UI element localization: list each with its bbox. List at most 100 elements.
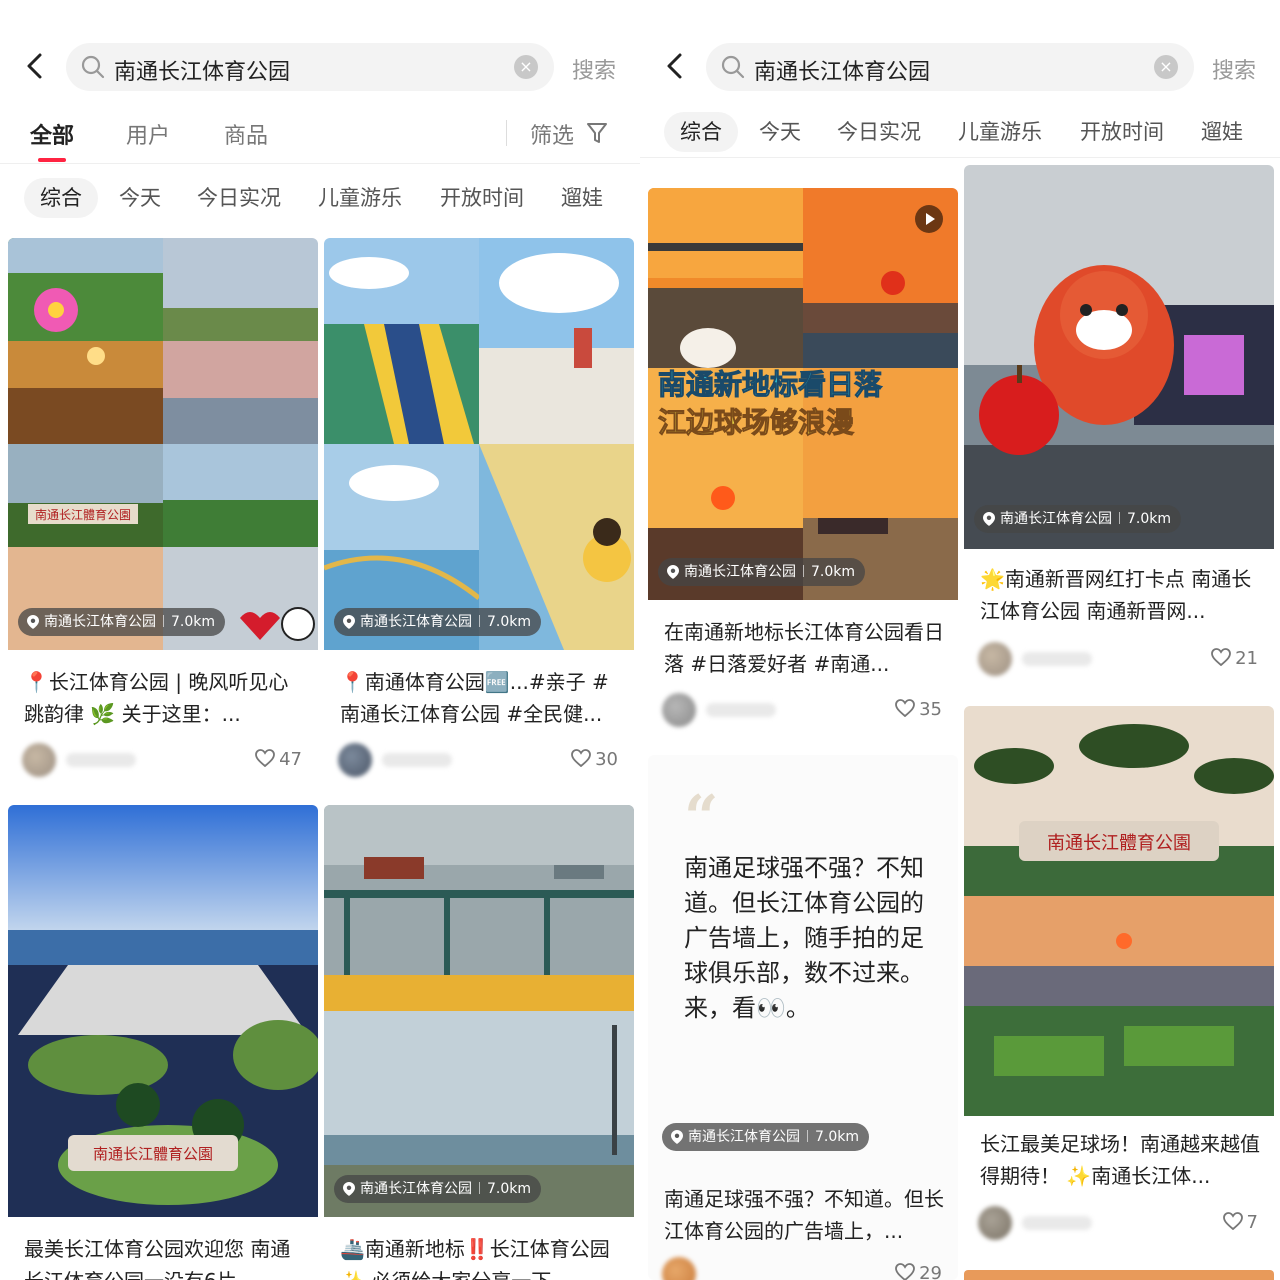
card-title: 最美长江体育公园欢迎您 南通长江体育公园一没有6片	[24, 1237, 291, 1280]
chip-comprehensive[interactable]: 综合	[664, 112, 738, 152]
heart-icon	[1211, 648, 1231, 666]
card-meta: 47	[22, 741, 304, 781]
like-count[interactable]: 30	[571, 749, 618, 770]
avatar[interactable]	[22, 743, 56, 777]
location-tag: 南通长江体育公园 7.0km	[18, 608, 226, 636]
card-meta: 29	[662, 1255, 944, 1280]
right-pane: 南通长江体育公园 × 搜索 综合 今天 今日实况 儿童游乐 开放时间 遛娃 南通…	[640, 0, 1280, 1280]
card-meta: 21	[978, 640, 1260, 680]
park-sign-text: 南通长江體育公園	[93, 1145, 213, 1163]
text-note-card[interactable]: “ 南通足球强不强？不知道。但长江体育公园的广告墙上，随手拍的足球俱乐部，数不过…	[648, 755, 958, 1280]
like-count[interactable]: 7	[1222, 1212, 1258, 1233]
author-name[interactable]	[66, 753, 136, 767]
chip-opening-hours[interactable]: 开放时间	[424, 178, 540, 218]
filter-button[interactable]: 筛选	[530, 118, 574, 150]
tab-products[interactable]: 商品	[224, 118, 268, 150]
chip-today-live[interactable]: 今日实况	[821, 112, 937, 152]
like-count[interactable]: 29	[895, 1263, 942, 1280]
location-tag: 南通长江体育公园 7.0km	[334, 608, 542, 636]
location-name: 南通长江体育公园	[1000, 511, 1112, 527]
location-name: 南通长江体育公园	[360, 614, 472, 630]
note-card[interactable]: 南通长江体育公园 7.0km 🌟南通新晋网红打卡点 南通长江体育公园 南通新晋网.…	[964, 165, 1274, 695]
tab-users[interactable]: 用户	[126, 118, 170, 150]
left-pane: 南通长江体育公园 × 搜索 全部 用户 商品 筛选 综合 今天 今日实况 儿童游…	[0, 0, 640, 1280]
author-name[interactable]	[706, 703, 776, 717]
video-note-card[interactable]: 南通新地标看日落 江边球场够浪漫 南通长江体育公园 7.0km 在南通新地标长江体…	[648, 188, 958, 748]
author-name[interactable]	[382, 753, 452, 767]
search-button[interactable]: 搜索	[572, 53, 616, 85]
card-cover-collage: 南通长江體育公園	[964, 706, 1274, 1116]
clear-icon[interactable]: ×	[514, 55, 538, 79]
like-count-value: 7	[1246, 1212, 1258, 1233]
card-meta: 30	[338, 741, 620, 781]
note-card[interactable]: 南通长江體育公園 最美长江体育公园欢迎您 南通长江体育公园一没有6片	[8, 805, 318, 1280]
search-input[interactable]: 南通长江体育公园 ×	[66, 43, 554, 91]
chip-comprehensive[interactable]: 综合	[24, 178, 98, 218]
like-count[interactable]: 21	[1211, 648, 1258, 669]
location-pin-icon	[671, 1130, 683, 1144]
chip-today-live[interactable]: 今日实况	[181, 178, 297, 218]
chip-today[interactable]: 今天	[743, 112, 817, 152]
avatar[interactable]	[338, 743, 372, 777]
tab-divider	[506, 120, 507, 146]
search-bar: 南通长江体育公园 × 搜索	[640, 42, 1280, 92]
park-sign-text: 南通长江體育公園	[35, 507, 131, 522]
chip-opening-hours[interactable]: 开放时间	[1064, 112, 1180, 152]
heart-icon	[571, 749, 591, 767]
tab-all[interactable]: 全部	[30, 118, 74, 162]
like-count[interactable]: 35	[895, 699, 942, 720]
avatar[interactable]	[978, 642, 1012, 676]
card-title: 🚢南通新地标‼️长江体育公园✨ 必须给大家分享一下	[340, 1237, 610, 1280]
avatar[interactable]	[662, 693, 696, 727]
note-card[interactable]: 南通长江體育公園 长江最美足球场！南通越来越值得期待！ ✨南通长江体... 7	[964, 706, 1274, 1266]
card-title: 长江最美足球场！南通越来越值得期待！ ✨南通长江体...	[980, 1132, 1260, 1188]
like-count-value: 35	[919, 699, 942, 720]
location-tag: 南通长江体育公园 7.0km	[334, 1175, 542, 1203]
avatar[interactable]	[662, 1257, 696, 1280]
like-count[interactable]: 47	[255, 749, 302, 770]
clear-icon[interactable]: ×	[1154, 55, 1178, 79]
next-card-peek[interactable]	[964, 1270, 1274, 1280]
back-arrow-icon[interactable]	[658, 48, 694, 84]
back-arrow-icon[interactable]	[18, 48, 54, 84]
heart-icon	[1222, 1212, 1243, 1230]
play-icon[interactable]	[914, 204, 944, 234]
heart-icon	[255, 749, 275, 767]
like-count-value: 30	[595, 749, 618, 770]
search-button[interactable]: 搜索	[1212, 53, 1256, 85]
card-title: 📍南通体育公园🆓...#亲子 #南通长江体育公园 #全民健...	[340, 670, 609, 726]
card-cover-collage	[324, 805, 634, 1217]
cover-overlay-line-1: 南通新地标看日落	[657, 368, 883, 402]
location-name: 南通长江体育公园	[360, 1181, 472, 1197]
search-icon	[81, 55, 105, 79]
note-card[interactable]: 南通长江体育公园 7.0km 🚢南通新地标‼️长江体育公园✨ 必须给大家分享一下	[324, 805, 634, 1280]
chip-walk-kids[interactable]: 遛娃	[545, 178, 619, 218]
chip-today[interactable]: 今天	[103, 178, 177, 218]
quote-mark: “	[684, 783, 719, 853]
location-pin-icon	[27, 615, 39, 629]
filter-icon[interactable]	[586, 121, 608, 145]
location-distance: 7.0km	[171, 614, 216, 630]
card-title: 🌟南通新晋网红打卡点 南通长江体育公园 南通新晋网...	[980, 567, 1252, 623]
chip-kids-play[interactable]: 儿童游乐	[942, 112, 1058, 152]
card-cover-photo: 南通长江體育公園	[8, 805, 318, 1217]
quote-text: 南通足球强不强？不知道。但长江体育公园的广告墙上，随手拍的足球俱乐部，数不过来。…	[684, 854, 924, 1022]
chip-walk-kids[interactable]: 遛娃	[1185, 112, 1259, 152]
search-query: 南通长江体育公园	[754, 60, 931, 85]
location-tag: 南通长江体育公园 7.0km	[658, 558, 866, 586]
location-distance: 7.0km	[811, 564, 856, 580]
note-card[interactable]: 南通长江體育公園 南通长江体育公园 7.0km 📍长江体育公园 | 晚风听见心跳韵…	[8, 238, 318, 798]
search-input[interactable]: 南通长江体育公园 ×	[706, 43, 1194, 91]
card-cover-collage	[324, 238, 634, 650]
location-tag: 南通长江体育公园 7.0km	[974, 505, 1182, 533]
avatar[interactable]	[978, 1206, 1012, 1240]
like-count-value: 29	[919, 1263, 942, 1280]
author-name[interactable]	[1022, 652, 1092, 666]
cover-overlay-title: 南通新地标看日落 江边球场够浪漫	[657, 366, 883, 442]
chip-bar: 综合 今天 今日实况 儿童游乐 开放时间 遛娃	[0, 178, 640, 222]
note-card[interactable]: 南通长江体育公园 7.0km 📍南通体育公园🆓...#亲子 #南通长江体育公园 #…	[324, 238, 634, 798]
card-title: 在南通新地标长江体育公园看日落 #日落爱好者 #南通...	[664, 620, 944, 676]
card-title: 南通足球强不强？不知道。但长江体育公园的广告墙上，...	[664, 1187, 944, 1243]
chip-kids-play[interactable]: 儿童游乐	[302, 178, 418, 218]
author-name[interactable]	[1022, 1216, 1092, 1230]
